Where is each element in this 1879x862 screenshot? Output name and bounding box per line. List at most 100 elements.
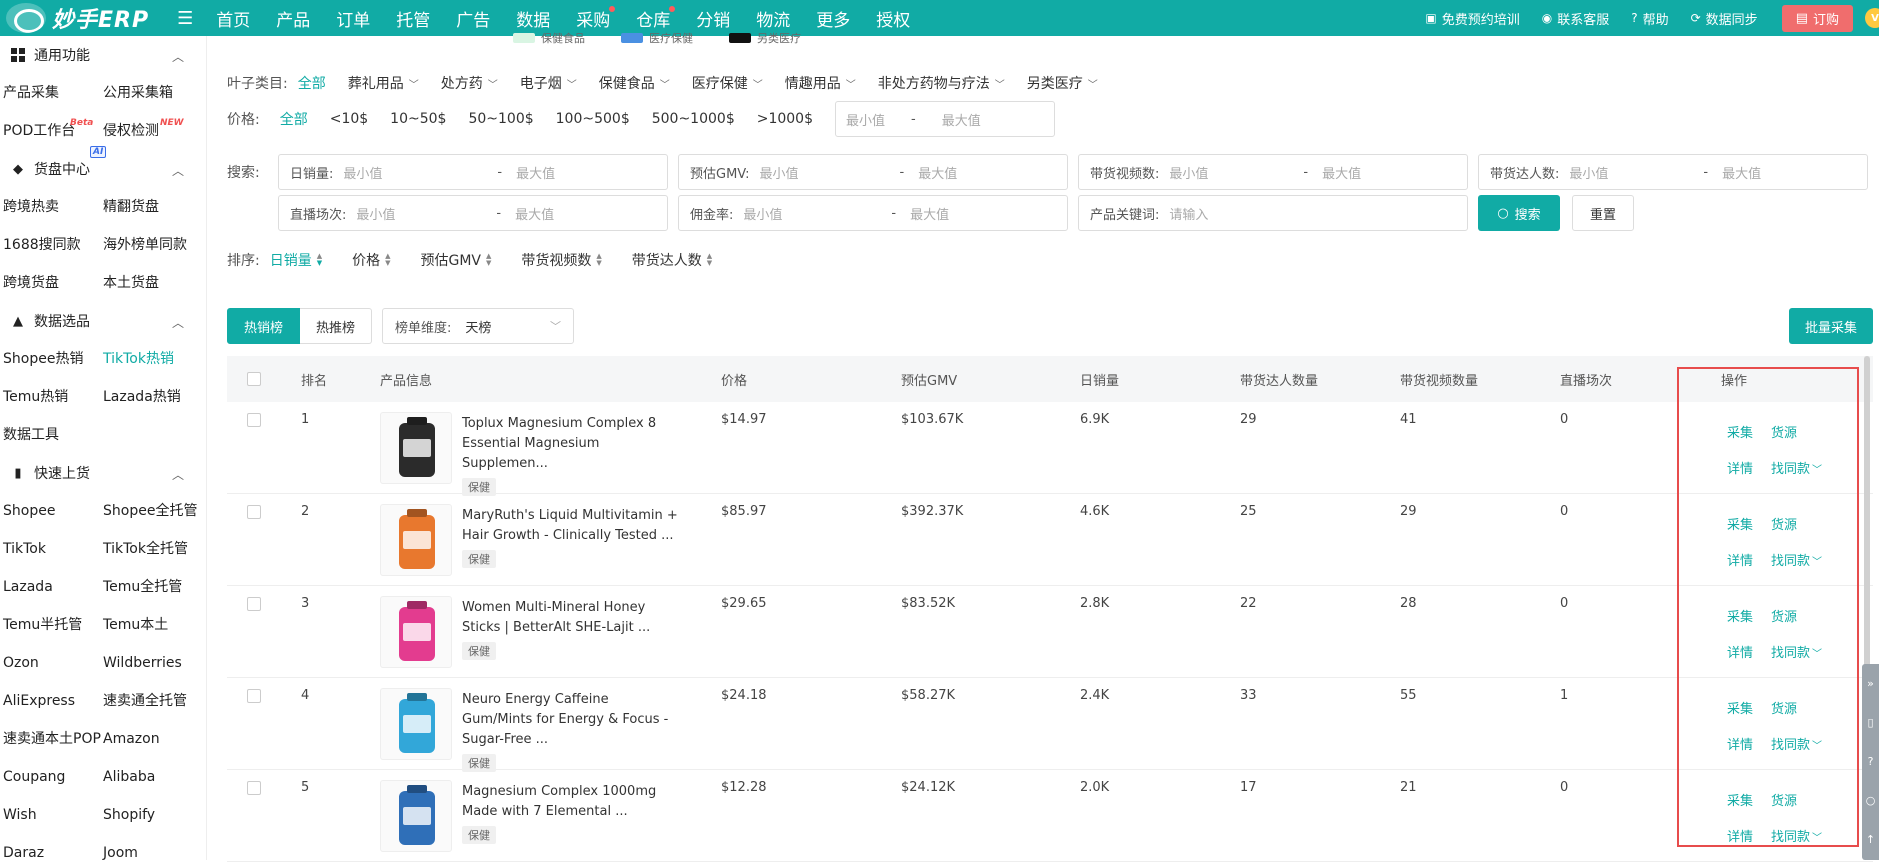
live-count-range[interactable]: 直播场次: 最小值 - 最大值 bbox=[278, 195, 668, 231]
collect-link[interactable]: 采集 bbox=[1727, 514, 1753, 533]
sidebar-item-joom[interactable]: Joom bbox=[100, 834, 206, 860]
sidebar-item-cross-hot[interactable]: 跨境热卖 bbox=[0, 188, 100, 226]
sidebar-item-coupang[interactable]: Coupang bbox=[0, 758, 100, 796]
nav-home[interactable]: 首页 bbox=[216, 6, 250, 31]
source-link[interactable]: 货源 bbox=[1771, 514, 1797, 533]
select-all-checkbox[interactable] bbox=[247, 372, 261, 386]
find-similar-link[interactable]: 找同款 ﹀ bbox=[1771, 734, 1822, 753]
sidebar-item-shopee[interactable]: Shopee bbox=[0, 492, 100, 530]
category-adult[interactable]: 情趣用品 ﹀ bbox=[785, 73, 856, 93]
batch-collect-button[interactable]: 批量采集 bbox=[1788, 308, 1873, 344]
sidebar-item-temu-half[interactable]: Temu半托管 bbox=[0, 606, 100, 644]
collapse-icon[interactable]: » bbox=[1867, 664, 1874, 703]
sidebar-item-1688[interactable]: 1688搜同款 bbox=[0, 226, 100, 264]
category-medical[interactable]: 医疗保健 ﹀ bbox=[692, 73, 763, 93]
nav-ads[interactable]: 广告 bbox=[456, 6, 490, 31]
sidebar-item-lazada[interactable]: Lazada bbox=[0, 568, 100, 606]
find-similar-link[interactable]: 找同款 ﹀ bbox=[1771, 550, 1822, 569]
detail-link[interactable]: 详情 bbox=[1727, 826, 1753, 845]
sidebar-item-shopify[interactable]: Shopify bbox=[100, 796, 206, 834]
price-10-50[interactable]: 10~50$ bbox=[390, 111, 446, 127]
sidebar-section-supply[interactable]: ◆ 货盘中心 AI ︿ bbox=[0, 146, 206, 188]
nav-order[interactable]: 订单 bbox=[336, 6, 370, 31]
nav-purchase[interactable]: 采购 bbox=[576, 5, 616, 31]
chevron-up-icon[interactable]: ︿ bbox=[172, 162, 184, 179]
sort-daily-sales[interactable]: 日销量 ▲ ▼ bbox=[270, 250, 322, 270]
sidebar-item-pod[interactable]: POD工作台 Beta bbox=[0, 112, 100, 150]
source-link[interactable]: 货源 bbox=[1771, 790, 1797, 809]
support-link[interactable]: ◉ 联系客服 bbox=[1542, 9, 1610, 28]
price-gt1000[interactable]: >1000$ bbox=[757, 111, 813, 127]
sidebar-item-temu-hot[interactable]: Temu热销 bbox=[0, 378, 100, 416]
row-checkbox[interactable] bbox=[247, 505, 261, 519]
find-similar-link[interactable]: 找同款 ﹀ bbox=[1771, 826, 1822, 845]
detail-link[interactable]: 详情 bbox=[1727, 734, 1753, 753]
collect-link[interactable]: 采集 bbox=[1727, 606, 1753, 625]
sidebar-section-quick[interactable]: ▮ 快速上货 ︿ bbox=[0, 454, 206, 492]
sidebar-item-shopee-full[interactable]: Shopee全托管 bbox=[100, 492, 206, 530]
sidebar-section-data[interactable]: ▲ 数据选品 ︿ bbox=[0, 302, 206, 340]
nav-warehouse[interactable]: 仓库 bbox=[636, 5, 676, 31]
chat-icon[interactable]: ○ bbox=[1866, 781, 1876, 820]
sidebar-item-tiktok-full[interactable]: TikTok全托管 bbox=[100, 530, 206, 568]
video-count-range[interactable]: 带货视频数: 最小值 - 最大值 bbox=[1078, 154, 1468, 190]
gmv-range[interactable]: 预估GMV: 最小值 - 最大值 bbox=[678, 154, 1068, 190]
commission-range[interactable]: 佣金率: 最小值 - 最大值 bbox=[678, 195, 1068, 231]
chevron-up-icon[interactable]: ︿ bbox=[172, 314, 184, 331]
category-ecig[interactable]: 电子烟 ﹀ bbox=[520, 73, 577, 93]
price-range-input[interactable]: 最小值 - 最大值 bbox=[835, 101, 1056, 137]
find-similar-link[interactable]: 找同款 ﹀ bbox=[1771, 642, 1822, 661]
tablet-icon[interactable]: ▯ bbox=[1867, 703, 1873, 742]
product-image[interactable] bbox=[380, 780, 452, 852]
source-link[interactable]: 货源 bbox=[1771, 422, 1797, 441]
creator-count-range[interactable]: 带货达人数: 最小值 - 最大值 bbox=[1478, 154, 1868, 190]
sidebar-item-aliexpress[interactable]: AliExpress bbox=[0, 682, 100, 720]
product-image[interactable] bbox=[380, 504, 452, 576]
sidebar-item-ae-pop[interactable]: 速卖通本土POP bbox=[0, 720, 101, 758]
price-lt10[interactable]: <10$ bbox=[330, 111, 368, 127]
product-title[interactable]: Women Multi-Mineral Honey Sticks | Bette… bbox=[462, 598, 682, 638]
avatar[interactable]: V bbox=[1865, 8, 1879, 28]
sidebar-item-amazon[interactable]: Amazon bbox=[100, 720, 206, 758]
category-otc[interactable]: 非处方药物与疗法 ﹀ bbox=[878, 73, 1005, 93]
price-500-1000[interactable]: 500~1000$ bbox=[652, 111, 735, 127]
sync-link[interactable]: ⟳ 数据同步 bbox=[1691, 9, 1758, 28]
sidebar-item-lazada-hot[interactable]: Lazada热销 bbox=[100, 378, 206, 416]
sidebar-item-tiktok[interactable]: TikTok bbox=[0, 530, 100, 568]
product-title[interactable]: Toplux Magnesium Complex 8 Essential Mag… bbox=[462, 414, 682, 474]
sidebar-item-wish[interactable]: Wish bbox=[0, 796, 100, 834]
nav-data[interactable]: 数据 bbox=[516, 6, 550, 31]
product-image[interactable] bbox=[380, 596, 452, 668]
collect-link[interactable]: 采集 bbox=[1727, 790, 1753, 809]
sort-video-count[interactable]: 带货视频数 ▲ ▼ bbox=[521, 250, 601, 270]
nav-auth[interactable]: 授权 bbox=[876, 6, 910, 31]
tab-hot-recommend[interactable]: 热推榜 bbox=[300, 308, 373, 344]
detail-link[interactable]: 详情 bbox=[1727, 642, 1753, 661]
sidebar-item-public-box[interactable]: 公用采集箱 bbox=[100, 74, 206, 112]
sidebar-section-general[interactable]: 通用功能 ︿ bbox=[0, 36, 206, 74]
category-health-food[interactable]: 保健食品 ﹀ bbox=[599, 73, 670, 93]
product-title[interactable]: Magnesium Complex 1000mg Made with 7 Ele… bbox=[462, 782, 682, 822]
keyword-input[interactable]: 产品关键词: 请输入 bbox=[1078, 195, 1468, 231]
row-checkbox[interactable] bbox=[247, 597, 261, 611]
sort-gmv[interactable]: 预估GMV ▲ ▼ bbox=[421, 250, 492, 270]
sort-creator-count[interactable]: 带货达人数 ▲ ▼ bbox=[632, 250, 712, 270]
reset-button[interactable]: 重置 bbox=[1572, 195, 1634, 231]
help-icon[interactable]: ? bbox=[1868, 742, 1874, 781]
daily-sales-range[interactable]: 日销量: 最小值 - 最大值 bbox=[278, 154, 668, 190]
sidebar-item-tiktok-hot[interactable]: TikTok热销 bbox=[100, 340, 206, 378]
sort-price[interactable]: 价格 ▲ ▼ bbox=[352, 250, 390, 270]
nav-distribution[interactable]: 分销 bbox=[696, 6, 730, 31]
source-link[interactable]: 货源 bbox=[1771, 606, 1797, 625]
menu-toggle-icon[interactable]: ☰ bbox=[177, 8, 193, 29]
training-link[interactable]: ▣ 免费预约培训 bbox=[1425, 9, 1519, 28]
order-button[interactable]: ▤ 订购 bbox=[1781, 4, 1853, 32]
tab-hot-sales[interactable]: 热销榜 bbox=[227, 308, 301, 344]
row-checkbox[interactable] bbox=[247, 689, 261, 703]
sidebar-item-infringement[interactable]: 侵权检测 NEW bbox=[100, 112, 206, 150]
sidebar-item-overseas[interactable]: 海外榜单同款 bbox=[100, 226, 206, 264]
sidebar-item-temu-full[interactable]: Temu全托管 bbox=[100, 568, 206, 606]
help-link[interactable]: ? 帮助 bbox=[1631, 9, 1668, 28]
product-image[interactable] bbox=[380, 412, 452, 484]
sidebar-item-data-tools[interactable]: 数据工具 bbox=[0, 416, 100, 454]
